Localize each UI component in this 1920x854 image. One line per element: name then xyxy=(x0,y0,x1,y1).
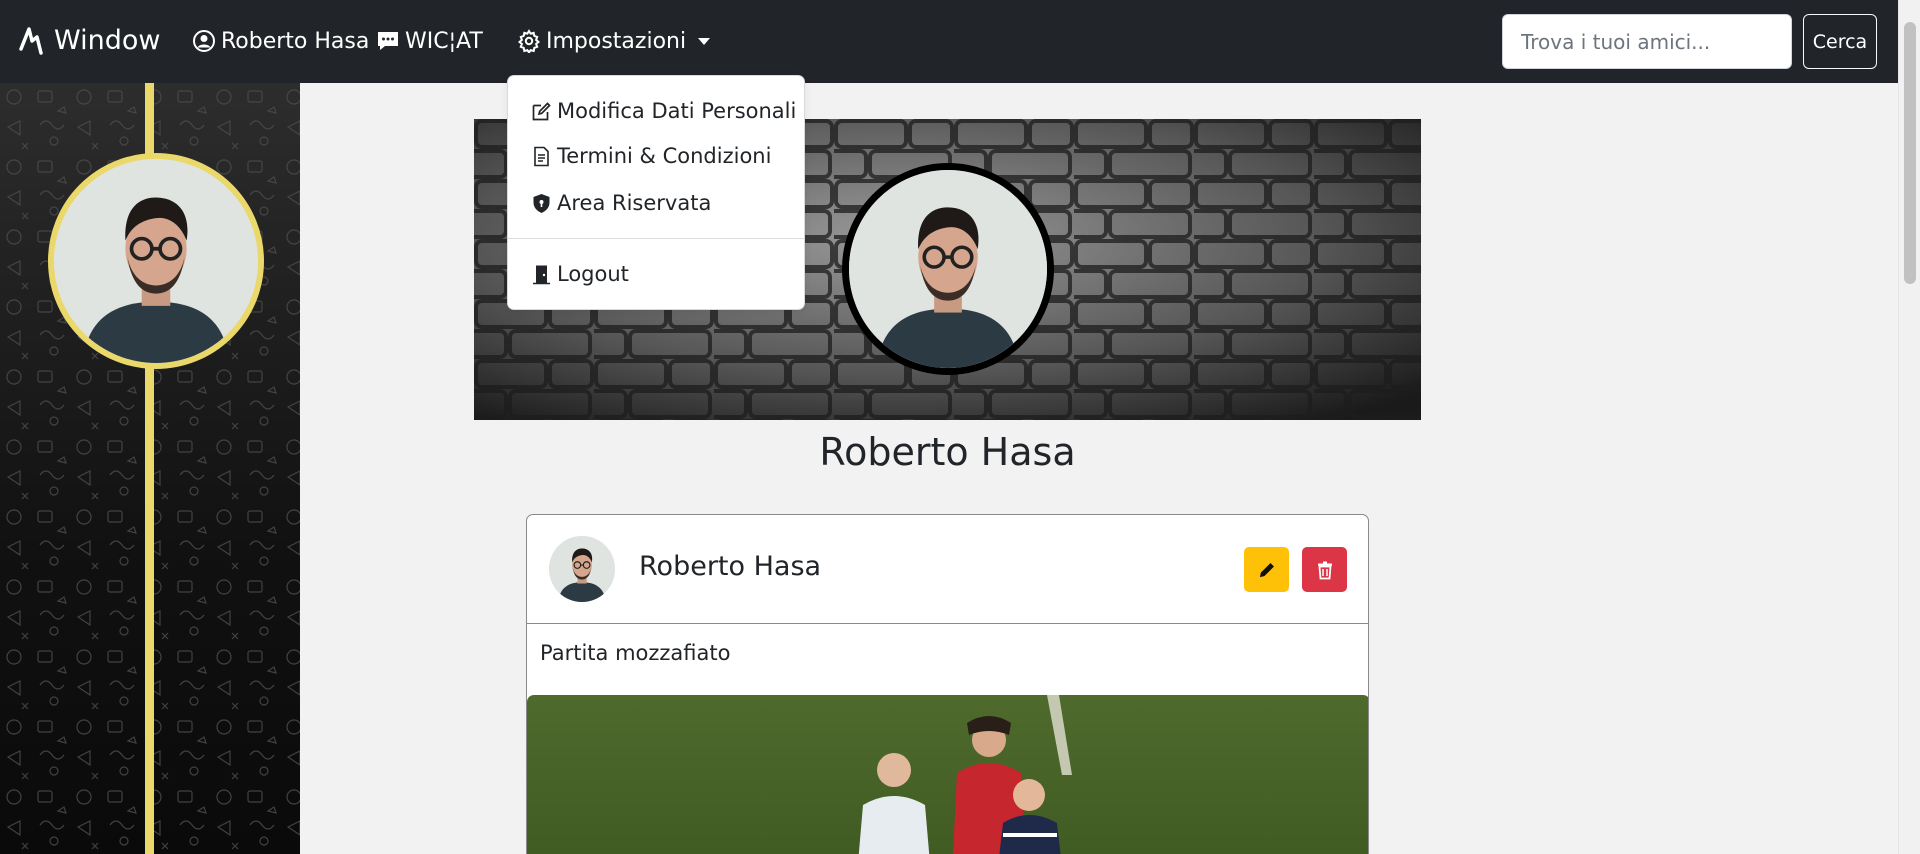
sidebar-avatar[interactable] xyxy=(48,153,264,369)
cover-profile-avatar[interactable] xyxy=(842,163,1054,375)
post-author-name: Roberto Hasa xyxy=(639,551,822,582)
chat-bubble-icon xyxy=(378,32,398,50)
menu-item-reserved-area[interactable]: Area Riservata xyxy=(531,187,711,219)
heartbeat-logo-icon xyxy=(19,27,43,55)
shield-lock-icon xyxy=(533,193,550,213)
post-image[interactable] xyxy=(527,695,1368,854)
document-icon xyxy=(534,146,549,166)
post-header: Roberto Hasa xyxy=(527,515,1368,624)
trash-icon xyxy=(1317,561,1332,579)
post-author-avatar[interactable] xyxy=(549,536,615,602)
menu-divider xyxy=(508,238,804,239)
menu-item-label: Termini & Condizioni xyxy=(557,144,772,168)
nav-settings-label: Impostazioni xyxy=(546,28,687,54)
profile-photo xyxy=(54,159,258,363)
menu-item-label: Area Riservata xyxy=(557,191,712,215)
menu-item-edit-personal-data[interactable]: Modifica Dati Personali xyxy=(531,95,796,127)
menu-item-label: Modifica Dati Personali xyxy=(557,99,797,123)
delete-post-button[interactable] xyxy=(1302,547,1347,592)
friend-search-input[interactable] xyxy=(1502,14,1792,69)
door-icon xyxy=(533,265,550,284)
menu-item-terms[interactable]: Termini & Condizioni xyxy=(531,140,771,172)
profile-name-heading: Roberto Hasa xyxy=(819,430,1076,474)
menu-item-label: Logout xyxy=(557,262,629,286)
post-card: Roberto Hasa Partita mozzafiato xyxy=(526,514,1369,854)
search-button[interactable]: Cerca xyxy=(1803,14,1877,69)
brand-logo[interactable]: Window xyxy=(18,22,160,58)
nav-chat-label: WIC¦AT xyxy=(405,28,483,54)
user-circle-icon xyxy=(193,30,215,52)
nav-chat-link[interactable]: WIC¦AT xyxy=(376,24,483,58)
gear-icon xyxy=(517,29,541,53)
caret-down-icon xyxy=(698,37,711,45)
edit-icon xyxy=(532,101,551,120)
sidebar xyxy=(0,83,300,854)
top-navbar: Window Roberto Hasa WIC¦AT Impostazioni … xyxy=(0,0,1898,83)
menu-item-logout[interactable]: Logout xyxy=(531,258,629,290)
rugby-match-photo xyxy=(527,695,1368,854)
brand-name: Window xyxy=(54,24,161,56)
profile-photo xyxy=(549,536,615,602)
nav-settings-dropdown-toggle[interactable]: Impostazioni xyxy=(517,24,711,58)
edit-post-button[interactable] xyxy=(1244,547,1289,592)
nav-profile-link[interactable]: Roberto Hasa xyxy=(192,24,369,58)
post-text: Partita mozzafiato xyxy=(540,641,731,665)
nav-profile-label: Roberto Hasa xyxy=(221,28,370,54)
pencil-icon xyxy=(1259,562,1274,577)
settings-dropdown-menu: Modifica Dati Personali Termini & Condiz… xyxy=(507,75,805,310)
page-scrollbar[interactable] xyxy=(1898,0,1920,854)
scrollbar-thumb[interactable] xyxy=(1904,22,1916,284)
profile-photo xyxy=(849,170,1047,368)
